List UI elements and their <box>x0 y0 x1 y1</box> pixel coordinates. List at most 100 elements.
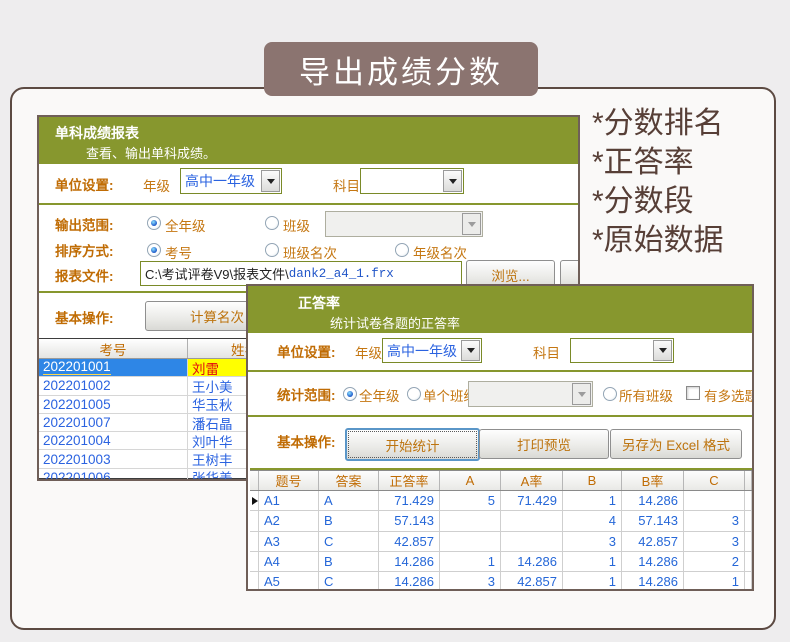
data-cell <box>440 511 501 530</box>
radio-grade-rank[interactable] <box>395 243 409 257</box>
data-cell: 14.286 <box>379 552 440 571</box>
row-selector-cell <box>250 532 259 551</box>
multi-choice-checkbox[interactable] <box>686 386 700 400</box>
radio-class-label[interactable]: 班级 <box>283 215 310 235</box>
radio-exam-no-label[interactable]: 考号 <box>165 242 192 262</box>
sliver-cell <box>745 572 752 591</box>
subject-select-value <box>571 339 652 362</box>
chevron-down-icon[interactable] <box>461 340 480 361</box>
report-file-name: dank2_a4_1.frx <box>289 267 394 281</box>
exam-no-cell: 202201007 <box>43 415 111 430</box>
rate-dialog: 正答率 统计试卷各题的正答率 单位设置: 年级 高中一年级 科目 统计范围: 全… <box>246 284 754 591</box>
table-row[interactable]: A3C42.857342.8573 <box>250 532 752 552</box>
radio-all-classes-label[interactable]: 所有班级 <box>619 385 673 405</box>
grade-select[interactable]: 高中一年级 <box>180 168 282 194</box>
radio-whole-grade-label[interactable]: 全年级 <box>165 215 206 235</box>
data-cell: 14.286 <box>622 552 684 571</box>
table-row[interactable]: A5C14.286342.857114.2861 <box>250 572 752 591</box>
data-cell: 3 <box>684 532 745 551</box>
column-header[interactable]: A <box>440 471 501 490</box>
exam-no-cell: 202201001 <box>43 360 111 375</box>
data-cell: C <box>319 572 379 591</box>
radio-exam-no[interactable] <box>147 243 161 257</box>
separator <box>248 370 752 372</box>
feature-item: *分数排名 <box>592 104 724 143</box>
data-cell: 3 <box>563 532 622 551</box>
data-cell: 14.286 <box>622 491 684 510</box>
radio-whole-grade[interactable] <box>343 387 357 401</box>
radio-class-rank[interactable] <box>265 243 279 257</box>
grade-label: 年级 <box>143 175 170 195</box>
radio-single-class[interactable] <box>407 387 421 401</box>
data-cell: 1 <box>440 552 501 571</box>
radio-class[interactable] <box>265 216 279 230</box>
radio-whole-grade[interactable] <box>147 216 161 230</box>
data-cell: 3 <box>684 511 745 530</box>
data-cell: A1 <box>259 491 319 510</box>
report-file-input[interactable]: C:\考试评卷V9\报表文件\dank2_a4_1.frx <box>140 261 462 286</box>
separator <box>248 415 752 417</box>
table-row[interactable]: A2B57.143457.1433 <box>250 511 752 531</box>
column-header[interactable]: B <box>563 471 622 490</box>
subject-label: 科目 <box>533 342 560 362</box>
column-header[interactable]: 答案 <box>319 471 379 490</box>
subject-select[interactable] <box>360 168 464 194</box>
radio-whole-grade-label[interactable]: 全年级 <box>359 385 400 405</box>
unit-settings-label: 单位设置: <box>277 341 336 361</box>
radio-grade-rank-label[interactable]: 年级名次 <box>413 242 467 262</box>
column-header[interactable]: 考号 <box>39 339 188 358</box>
data-cell <box>501 511 563 530</box>
column-header[interactable]: 题号 <box>259 471 319 490</box>
data-cell: 1 <box>684 572 745 591</box>
data-cell: 1 <box>563 491 622 510</box>
row-selector-cell <box>250 511 259 530</box>
subject-select[interactable] <box>570 338 674 363</box>
report-file-label: 报表文件: <box>55 265 114 285</box>
data-cell: B <box>319 552 379 571</box>
data-cell: 4 <box>563 511 622 530</box>
chevron-down-icon[interactable] <box>653 340 672 361</box>
radio-all-classes[interactable] <box>603 387 617 401</box>
subject-select-value <box>361 169 442 193</box>
row-selector-cell <box>250 491 259 510</box>
column-header[interactable]: B率 <box>622 471 684 490</box>
data-cell <box>684 491 745 510</box>
unit-settings-label: 单位设置: <box>55 174 114 194</box>
feature-item: *正答率 <box>592 143 724 182</box>
data-cell: A <box>319 491 379 510</box>
column-header[interactable]: A率 <box>501 471 563 490</box>
separator <box>39 203 578 205</box>
exam-no-cell: 202201006 <box>43 470 111 481</box>
data-cell: A2 <box>259 511 319 530</box>
exam-no-cell: 202201002 <box>43 378 111 393</box>
exam-no-cell: 202201005 <box>43 397 111 412</box>
class-select-disabled <box>325 211 483 237</box>
sliver-cell <box>745 532 752 551</box>
data-cell: 42.857 <box>622 532 684 551</box>
start-stats-button[interactable]: 开始统计 <box>345 428 480 461</box>
grade-label: 年级 <box>355 342 382 362</box>
data-cell: 1 <box>563 552 622 571</box>
subject-label: 科目 <box>333 175 360 195</box>
radio-class-rank-label[interactable]: 班级名次 <box>283 242 337 262</box>
page-title-text: 导出成绩分数 <box>299 47 503 92</box>
basic-actions-label: 基本操作: <box>277 431 336 451</box>
exam-no-cell: 202201004 <box>43 433 111 448</box>
stats-scope-label: 统计范围: <box>277 384 336 404</box>
table-row[interactable]: A4B14.286114.286114.2862 <box>250 552 752 572</box>
print-preview-button[interactable]: 打印预览 <box>479 429 609 459</box>
grade-select[interactable]: 高中一年级 <box>382 338 482 363</box>
save-excel-button[interactable]: 另存为 Excel 格式 <box>610 429 742 459</box>
column-header[interactable]: C <box>684 471 745 490</box>
answer-rate-table[interactable]: 题号答案正答率AA率BB率CA1A71.429571.429114.286A2B… <box>250 468 752 589</box>
table-row[interactable]: A1A71.429571.429114.286 <box>250 491 752 511</box>
chevron-down-icon[interactable] <box>443 170 462 192</box>
page-title: 导出成绩分数 <box>264 42 538 96</box>
chevron-down-icon[interactable] <box>261 170 280 192</box>
output-scope-label: 输出范围: <box>55 214 114 234</box>
data-cell: C <box>319 532 379 551</box>
data-cell: 42.857 <box>501 572 563 591</box>
column-header[interactable]: 正答率 <box>379 471 440 490</box>
data-cell: 71.429 <box>379 491 440 510</box>
multi-choice-label[interactable]: 有多选题 <box>704 385 754 405</box>
